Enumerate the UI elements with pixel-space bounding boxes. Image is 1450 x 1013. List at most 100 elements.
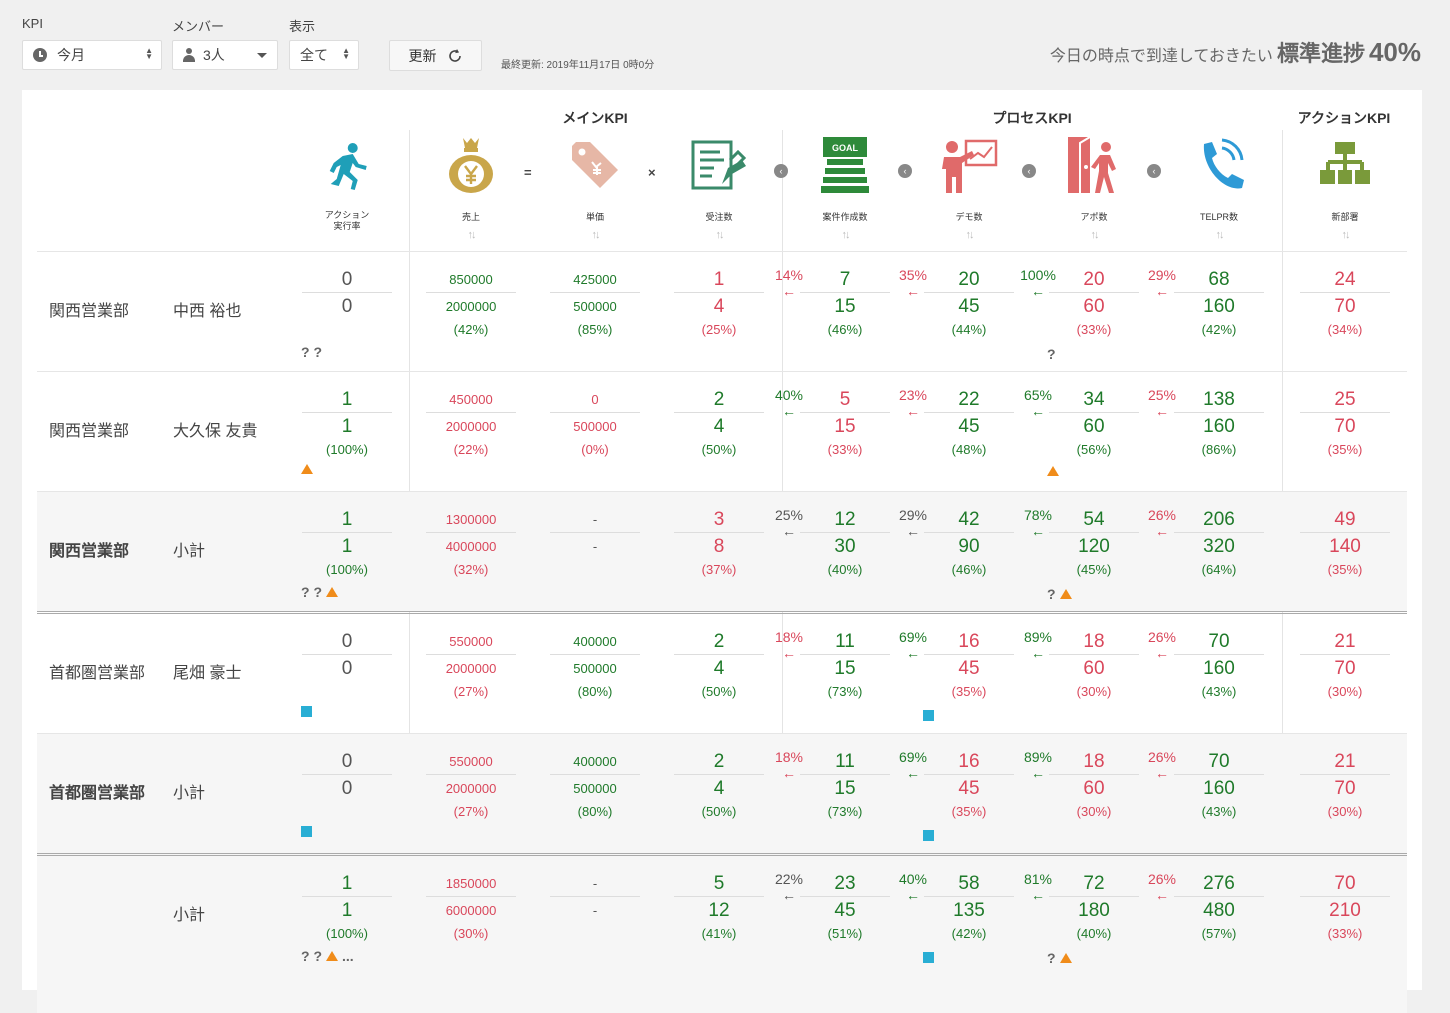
conversion-rate-value: 25% (774, 507, 804, 523)
sort-icon[interactable]: ↑↓ (447, 229, 495, 241)
sort-icon[interactable]: ↑↓ (1194, 229, 1244, 241)
question-mark: ? (1047, 950, 1056, 966)
sort-icon[interactable]: ↑↓ (940, 229, 998, 241)
sort-icon[interactable]: ↑↓ (1320, 229, 1370, 241)
kpi-target: 4 (713, 658, 725, 679)
kpi-filter-label: KPI (22, 16, 43, 31)
conversion-rate-value: 26% (1147, 507, 1177, 523)
kpi-cell-exec: 00 (302, 748, 392, 822)
kpi-target: 140 (1329, 536, 1361, 557)
kpi-percent: (41%) (701, 926, 737, 941)
member-count: 3人 (203, 47, 225, 63)
process-markers (1047, 466, 1059, 476)
blue-square-icon (923, 830, 934, 841)
money-bag-icon (449, 138, 493, 193)
kpi-cell-cases: 12 30 (40%) (800, 506, 890, 580)
kpi-actual: 7 (800, 266, 890, 293)
warning-triangle-icon (1059, 953, 1072, 963)
conversion-rate-value: 18% (774, 749, 804, 765)
kpi-actual: 0 (550, 386, 640, 413)
kpi-actual: 5 (674, 870, 764, 897)
member-select[interactable]: 3人 (172, 40, 278, 70)
member-name: 尾畑 豪士 (173, 665, 242, 682)
kpi-percent: (40%) (1076, 926, 1112, 941)
question-mark: ? (1047, 346, 1056, 362)
kpi-percent: (37%) (701, 562, 737, 577)
clock-icon (33, 48, 47, 62)
view-select[interactable]: 全て ▲ ▼ (289, 40, 359, 70)
kpi-percent: (50%) (701, 684, 737, 699)
kpi-cell-sales: 1850000 6000000 (30%) (426, 870, 516, 944)
kpi-actual: 58 (924, 870, 1014, 897)
member-name: 小計 (173, 543, 206, 560)
sort-icon[interactable]: ↑↓ (568, 229, 622, 241)
sort-icon[interactable]: ↑↓ (821, 229, 869, 241)
kpi-actual: 22 (924, 386, 1014, 413)
status-markers (301, 826, 312, 837)
kpi-target: 120 (1078, 536, 1110, 557)
kpi-actual: 425000 (550, 266, 640, 293)
kpi-target: 60 (1083, 658, 1105, 679)
warning-triangle-icon (1047, 466, 1059, 476)
sort-icon[interactable]: ↑↓ (690, 229, 748, 241)
kpi-percent: (56%) (1076, 442, 1112, 457)
kpi-actual: 18 (1049, 628, 1139, 655)
kpi-actual: 0 (302, 266, 392, 293)
kpi-percent: (45%) (1076, 562, 1112, 577)
order-document-icon (691, 140, 747, 190)
warning-triangle-icon (326, 951, 338, 961)
kpi-percent: (100%) (326, 442, 368, 457)
member-filter-label: メンバー (172, 19, 225, 34)
phone-icon (1203, 138, 1244, 189)
kpi-target: 45 (958, 658, 980, 679)
kpi-percent: (30%) (1076, 684, 1112, 699)
column-cases-label: 案件作成数 (822, 212, 868, 222)
kpi-percent: (40%) (827, 562, 863, 577)
goal-icon: GOAL (821, 137, 869, 193)
column-telpr-label: TELPR数 (1199, 212, 1238, 222)
kpi-target: 15 (834, 416, 856, 437)
kpi-cell-exec: 00 (302, 628, 392, 702)
kpi-actual: 138 (1174, 386, 1264, 413)
table-row: 関西営業部 小計 1 1 (100%) 1300000 4000000 (32%) - -3 8 (3… (37, 491, 1407, 611)
table-row: 関西営業部 大久保 友貴 1 1 (100%) 450000 2000000 (22%) 0 50… (37, 371, 1407, 491)
kpi-actual: 0 (302, 748, 392, 775)
question-marks: ? ? (301, 584, 322, 600)
kpi-actual: 1300000 (426, 506, 516, 533)
kpi-percent: (30%) (1076, 804, 1112, 819)
kpi-cell-orders: 2 4 (50%) (674, 386, 764, 460)
kpi-cell-cases: 11 15 (73%) (800, 628, 890, 702)
kpi-target: 500000 (573, 299, 617, 314)
kpi-target: - (592, 903, 598, 918)
kpi-actual: 42 (924, 506, 1014, 533)
kpi-target: 70 (1334, 296, 1356, 317)
kpi-target: 180 (1078, 900, 1110, 921)
kpi-percent: (27%) (453, 804, 489, 819)
kpi-percent: (73%) (827, 684, 863, 699)
kpi-target: 60 (1083, 416, 1105, 437)
conversion-rate-value: 81% (1023, 871, 1053, 887)
kpi-period-select[interactable]: 今月 ▲ ▼ (22, 40, 162, 70)
kpi-percent (302, 320, 392, 340)
kpi-actual: 550000 (426, 748, 516, 775)
kpi-percent (550, 560, 640, 580)
column-price: 単価 ↑↓ (568, 130, 622, 241)
kpi-cell-newdept: 49 140 (35%) (1300, 506, 1390, 580)
department-name: 関西営業部 (49, 303, 130, 320)
kpi-actual: 450000 (426, 386, 516, 413)
conversion-rate-value: 29% (898, 507, 928, 523)
kpi-percent: (35%) (1327, 562, 1363, 577)
kpi-cell-cases: 11 15 (73%) (800, 748, 890, 822)
sort-icon[interactable]: ↑↓ (1066, 229, 1122, 241)
kpi-actual: 34 (1049, 386, 1139, 413)
kpi-percent: (80%) (577, 804, 613, 819)
conversion-rate-value: 22% (774, 871, 804, 887)
status-markers: ? ?... (301, 948, 354, 964)
group-main-kpi: メインKPI (562, 110, 628, 126)
kpi-target: 4000000 (445, 539, 497, 554)
update-button[interactable]: 更新 (389, 40, 482, 71)
kpi-target: 0 (341, 296, 353, 317)
kpi-actual: 21 (1300, 748, 1390, 775)
refresh-icon (448, 48, 461, 62)
kpi-cell-sales: 1300000 4000000 (32%) (426, 506, 516, 580)
